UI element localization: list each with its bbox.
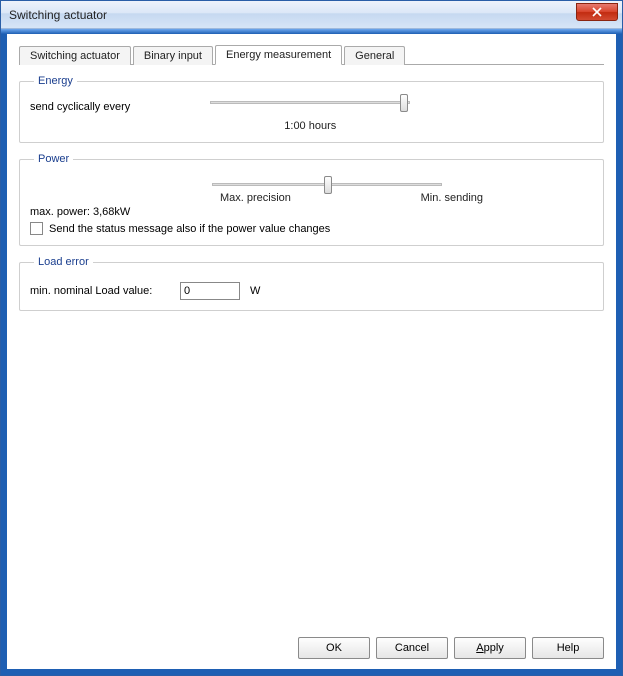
close-icon bbox=[592, 7, 602, 17]
power-slider-thumb[interactable] bbox=[324, 176, 332, 194]
power-max-precision-label: Max. precision bbox=[220, 192, 291, 204]
load-error-group: Load error min. nominal Load value: W bbox=[19, 256, 604, 311]
help-button[interactable]: Help bbox=[532, 637, 604, 659]
send-cyclically-label: send cyclically every bbox=[30, 101, 130, 113]
min-nominal-load-unit: W bbox=[250, 285, 260, 297]
energy-group: Energy send cyclically every 1:00 hours bbox=[19, 75, 604, 143]
cancel-button[interactable]: Cancel bbox=[376, 637, 448, 659]
energy-slider[interactable]: 1:00 hours bbox=[210, 101, 410, 132]
tab-energy-measurement[interactable]: Energy measurement bbox=[215, 45, 342, 65]
button-bar: OK Cancel Apply Help bbox=[7, 629, 616, 669]
window-title: Switching actuator bbox=[9, 8, 107, 22]
power-slider[interactable] bbox=[212, 183, 442, 186]
apply-button[interactable]: Apply bbox=[454, 637, 526, 659]
power-max-value: max. power: 3,68kW bbox=[30, 206, 593, 218]
tab-binary-input[interactable]: Binary input bbox=[133, 46, 213, 65]
power-legend: Power bbox=[34, 153, 73, 165]
tab-switching-actuator[interactable]: Switching actuator bbox=[19, 46, 131, 65]
load-error-legend: Load error bbox=[34, 256, 93, 268]
energy-legend: Energy bbox=[34, 75, 77, 87]
energy-slider-thumb[interactable] bbox=[400, 94, 408, 112]
power-status-checkbox[interactable] bbox=[30, 222, 43, 235]
ok-button[interactable]: OK bbox=[298, 637, 370, 659]
close-button[interactable] bbox=[576, 3, 618, 21]
content-area: Switching actuator Binary input Energy m… bbox=[7, 34, 616, 629]
content-wrap: Switching actuator Binary input Energy m… bbox=[1, 34, 622, 675]
power-min-sending-label: Min. sending bbox=[421, 192, 483, 204]
min-nominal-load-label: min. nominal Load value: bbox=[30, 285, 170, 297]
tab-general[interactable]: General bbox=[344, 46, 405, 65]
min-nominal-load-input[interactable] bbox=[180, 282, 240, 300]
titlebar: Switching actuator bbox=[1, 1, 622, 29]
apply-button-rest: pply bbox=[484, 642, 504, 654]
energy-slider-value: 1:00 hours bbox=[210, 120, 410, 132]
power-status-checkbox-label: Send the status message also if the powe… bbox=[49, 223, 330, 235]
tab-strip: Switching actuator Binary input Energy m… bbox=[19, 44, 604, 65]
energy-slider-track bbox=[210, 101, 410, 104]
power-group: Power Max. precision Min. sending max. p… bbox=[19, 153, 604, 246]
dialog-window: Switching actuator Switching actuator Bi… bbox=[0, 0, 623, 676]
